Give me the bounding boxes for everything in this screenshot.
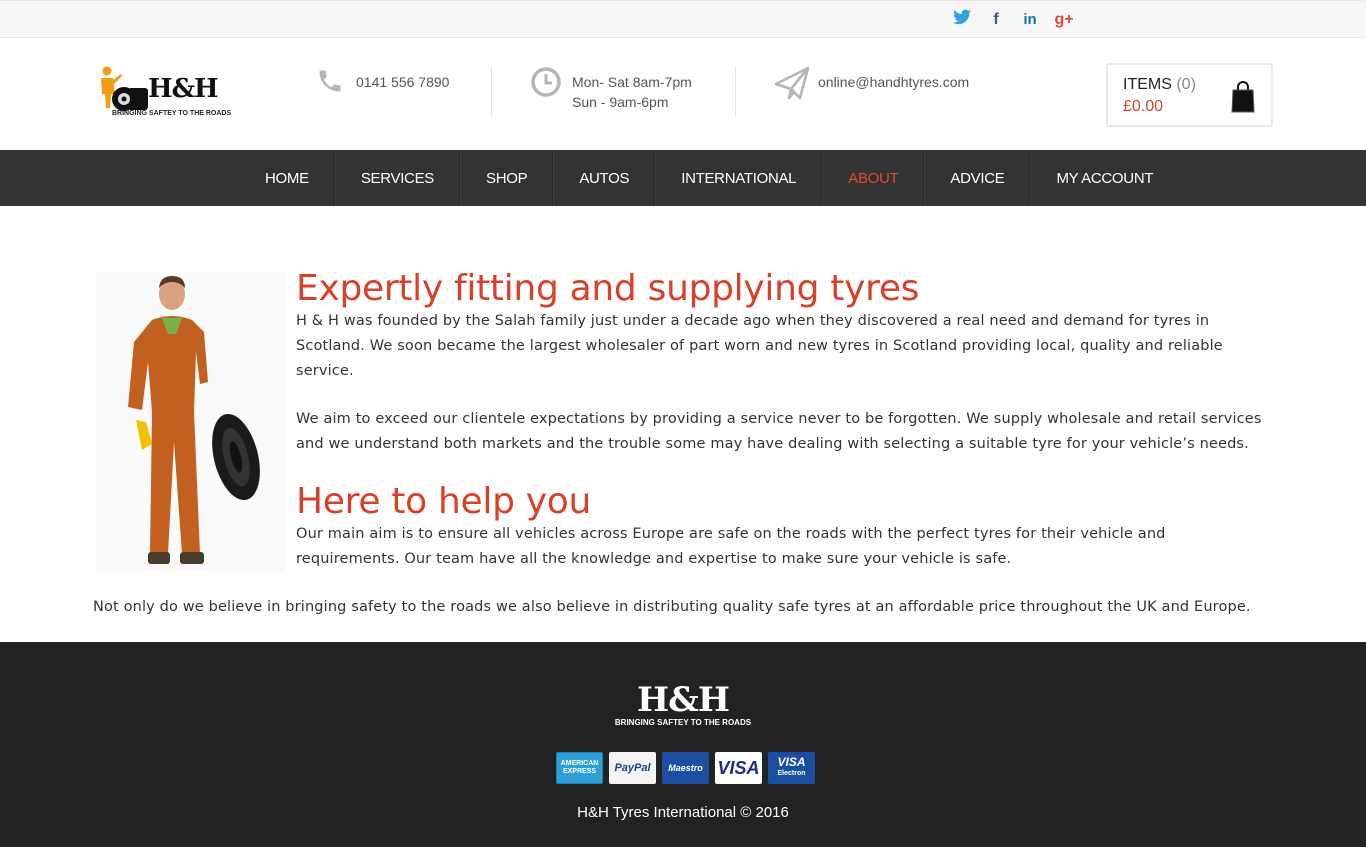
nav-item-about[interactable]: ABOUT <box>822 150 925 206</box>
nav-item-shop[interactable]: SHOP <box>460 150 554 206</box>
paragraph-aim: We aim to exceed our clientele expectati… <box>296 411 1262 452</box>
nav-item-my-account[interactable]: MY ACCOUNT <box>1030 150 1178 206</box>
logo-tyre-icon <box>112 87 148 111</box>
linkedin-icon[interactable]: in <box>1013 9 1047 31</box>
nav-item-services[interactable]: SERVICES <box>334 150 460 206</box>
visa-electron-top: VISA <box>777 755 806 769</box>
nav-label: INTERNATIONAL <box>681 169 797 187</box>
shopping-bag-icon <box>1231 81 1255 113</box>
paragraph-main-aim: Our main aim is to ensure all vehicles a… <box>296 526 1166 567</box>
header-divider <box>735 66 736 116</box>
cart-items: ITEMS (0) <box>1123 76 1196 94</box>
nav-item-home[interactable]: HOME <box>240 150 335 206</box>
nav-label: ADVICE <box>950 169 1005 187</box>
opening-hours: Mon- Sat 8am-7pm Sun - 9am-6pm <box>526 66 692 118</box>
nav-item-autos[interactable]: AUTOS <box>553 150 656 206</box>
nav-item-international[interactable]: INTERNATIONAL <box>655 150 823 206</box>
phone-number[interactable]: 0141 556 7890 <box>356 72 449 118</box>
email-address[interactable]: online@handhtyres.com <box>818 72 969 118</box>
nav-label: ABOUT <box>848 169 899 187</box>
googleplus-icon[interactable]: g+ <box>1047 9 1081 31</box>
amex-card-icon: AMERICAN EXPRESS <box>556 752 603 784</box>
paragraph-founded: H & H was founded by the Salah family ju… <box>296 313 1223 379</box>
cart-items-count: (0) <box>1176 76 1196 93</box>
nav-label: SERVICES <box>360 169 434 187</box>
copyright-text: H&H Tyres International © 2016 <box>577 804 789 821</box>
site-header: H&H BRINGING SAFTEY TO THE ROADS 0141 55… <box>0 38 1366 150</box>
logo-tagline: BRINGING SAFTEY TO THE ROADS <box>112 110 232 117</box>
main-navigation: HOME SERVICES SHOP AUTOS INTERNATIONAL A… <box>0 150 1366 206</box>
email-info: online@handhtyres.com <box>772 66 969 118</box>
nav-item-advice[interactable]: ADVICE <box>924 150 1031 206</box>
social-links: f in g+ <box>945 9 1081 31</box>
twitter-icon[interactable] <box>945 9 979 31</box>
paper-plane-icon <box>772 66 812 106</box>
visa-electron-card-icon: VISA Electron <box>768 752 815 784</box>
paragraph-safety: Not only do we believe in bringing safet… <box>93 599 1251 615</box>
phone-info: 0141 556 7890 <box>310 66 449 118</box>
hours-weekday: Mon- Sat 8am-7pm <box>572 74 692 90</box>
cart-total: £0.00 <box>1123 98 1164 115</box>
nav-label: HOME <box>265 169 309 187</box>
hours-text: Mon- Sat 8am-7pm Sun - 9am-6pm <box>572 72 692 118</box>
social-bar: f in g+ <box>0 0 1366 38</box>
about-content: Expertly fitting and supplying tyres H &… <box>0 206 1366 642</box>
site-logo[interactable]: H&H BRINGING SAFTEY TO THE ROADS <box>96 64 236 122</box>
footer-logo-tagline: BRINGING SAFTEY TO THE ROADS <box>614 718 752 727</box>
visa-electron-bottom: Electron <box>777 770 806 777</box>
visa-card-icon: VISA <box>715 752 762 784</box>
nav-label: MY ACCOUNT <box>1056 169 1154 187</box>
clock-icon <box>526 66 566 106</box>
cart-widget[interactable]: ITEMS (0) £0.00 <box>1106 63 1273 127</box>
paypal-card-icon: PayPal <box>609 752 656 784</box>
footer-logo[interactable]: H&H BRINGING SAFTEY TO THE ROADS <box>0 682 1366 727</box>
header-divider <box>491 66 492 116</box>
logo-text: H&H <box>148 74 219 104</box>
maestro-card-icon: Maestro <box>662 752 709 784</box>
payment-methods: AMERICAN EXPRESS PayPal Maestro VISA VIS… <box>556 752 815 784</box>
hours-sunday: Sun - 9am-6pm <box>572 94 669 110</box>
heading-here-to-help: Here to help you <box>296 481 592 522</box>
footer-logo-text: H&H <box>637 680 730 720</box>
cart-items-label: ITEMS <box>1123 76 1172 93</box>
heading-expertly-fitting: Expertly fitting and supplying tyres <box>296 268 920 309</box>
mechanic-photo <box>96 272 286 572</box>
site-footer: H&H BRINGING SAFTEY TO THE ROADS AMERICA… <box>0 642 1366 847</box>
facebook-icon[interactable]: f <box>979 9 1013 31</box>
phone-icon <box>310 66 350 106</box>
nav-label: SHOP <box>486 169 528 187</box>
nav-label: AUTOS <box>579 169 630 187</box>
